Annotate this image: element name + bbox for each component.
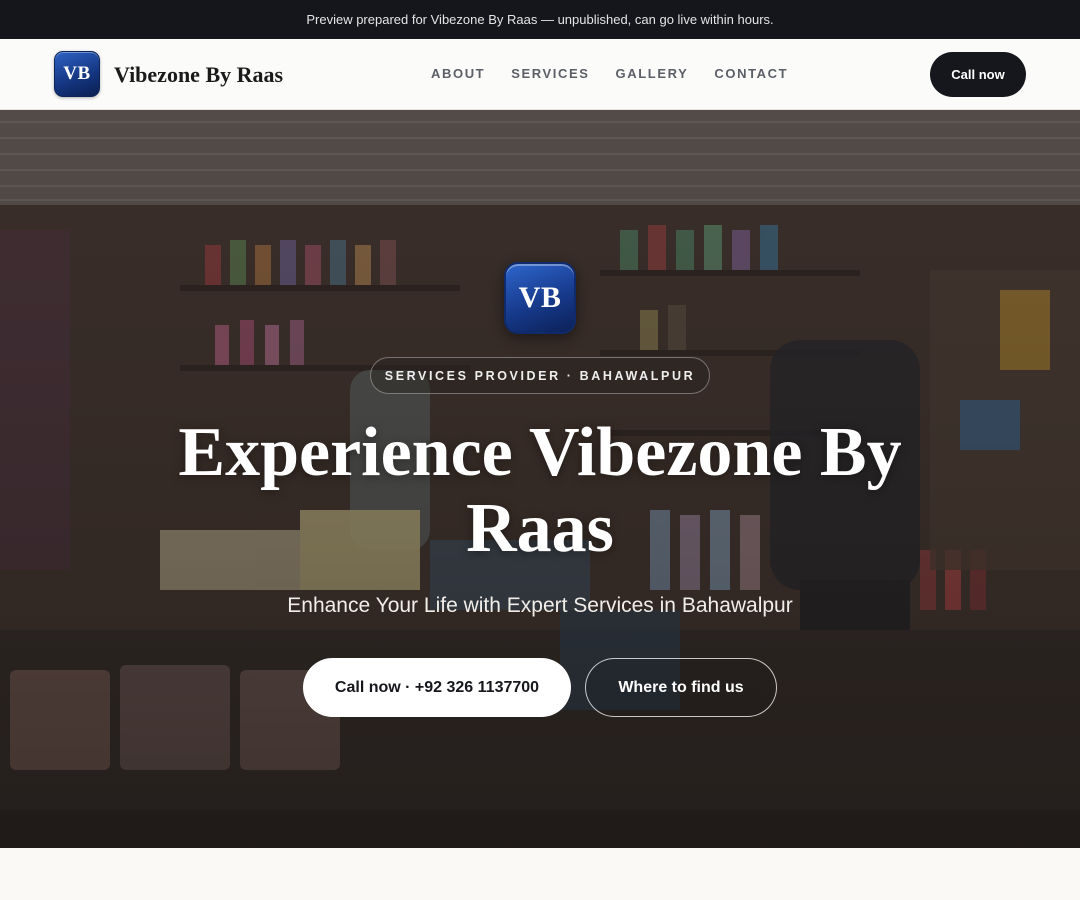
preview-banner-text: Preview prepared for Vibezone By Raas — …	[306, 12, 774, 27]
nav-about[interactable]: ABOUT	[431, 65, 485, 83]
hero-logo-badge: VB	[504, 262, 576, 334]
logo-initials: VB	[63, 63, 91, 84]
nav-gallery[interactable]: GALLERY	[616, 65, 689, 83]
hero-title: Experience Vibezone By Raas	[178, 414, 902, 567]
next-section	[0, 848, 1080, 900]
hero-logo-initials: VB	[518, 281, 562, 314]
site-header: VB Vibezone By Raas ABOUT SERVICES GALLE…	[0, 39, 1080, 110]
hero-eyebrow-pill: SERVICES PROVIDER · BAHAWALPUR	[370, 357, 710, 394]
header-call-button[interactable]: Call now	[930, 52, 1026, 97]
logo-badge[interactable]: VB	[54, 51, 100, 97]
hero-subtitle: Enhance Your Life with Expert Services i…	[287, 594, 793, 617]
brand-name[interactable]: Vibezone By Raas	[114, 61, 283, 89]
nav-services[interactable]: SERVICES	[511, 65, 589, 83]
main-nav: ABOUT SERVICES GALLERY CONTACT	[431, 65, 788, 83]
hero-section: VB SERVICES PROVIDER · BAHAWALPUR Experi…	[0, 110, 1080, 848]
hero-location-button[interactable]: Where to find us	[585, 658, 777, 717]
preview-banner: Preview prepared for Vibezone By Raas — …	[0, 0, 1080, 39]
nav-contact[interactable]: CONTACT	[714, 65, 788, 83]
hero-call-button[interactable]: Call now · +92 326 1137700	[303, 658, 571, 717]
